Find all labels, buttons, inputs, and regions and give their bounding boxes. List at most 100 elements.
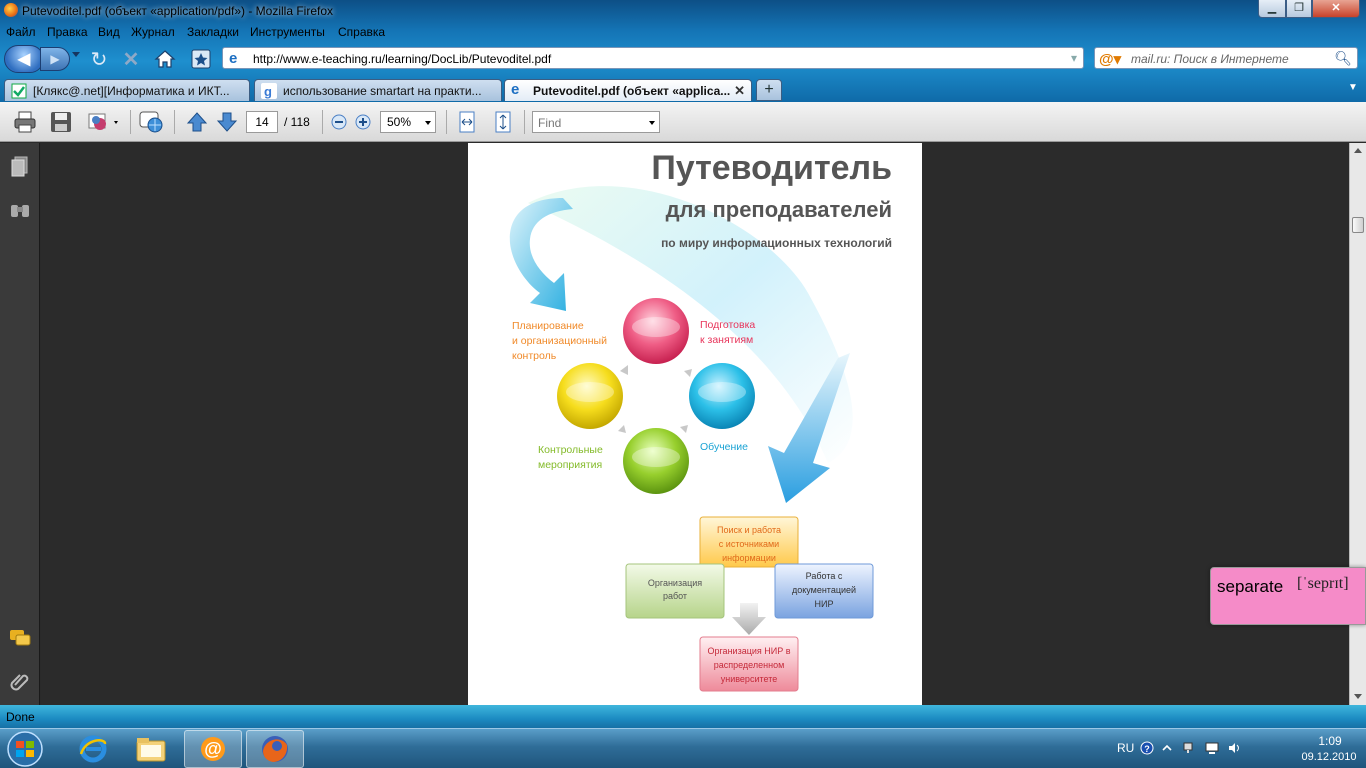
cycle-connector-arrow — [618, 425, 626, 433]
page-number-input[interactable]: 14 — [246, 111, 278, 133]
fit-width-button[interactable] — [454, 110, 480, 134]
history-dropdown-icon[interactable] — [72, 52, 80, 57]
new-tab-button[interactable]: + — [756, 79, 782, 101]
taskbar: @ RU ? 1:09 09.12.2010 — [0, 728, 1366, 768]
stop-button[interactable]: ✕ — [118, 46, 144, 72]
close-button[interactable]: ✕ — [1312, 0, 1360, 18]
menu-help[interactable]: Справка — [338, 25, 385, 39]
back-arrow-icon: ◀ — [17, 51, 31, 68]
menu-tools[interactable]: Инструменты — [250, 25, 325, 39]
save-button[interactable] — [48, 110, 74, 134]
dictionary-popup[interactable]: separate [ˈseprɪt] — [1210, 567, 1366, 625]
tab-list-icon[interactable]: ▼ — [1348, 82, 1364, 100]
toolbar-separator — [130, 110, 131, 134]
firefox-icon — [262, 736, 288, 762]
label-planning-3: контроль — [512, 350, 557, 362]
menu-bookmarks[interactable]: Закладки — [187, 25, 239, 39]
bookmark-button[interactable] — [188, 46, 214, 72]
zoom-out-icon — [331, 114, 347, 130]
tab-close-icon[interactable]: ✕ — [734, 83, 745, 99]
home-button[interactable] — [152, 46, 178, 72]
menu-history[interactable]: Журнал — [131, 25, 175, 39]
scroll-down-icon[interactable] — [1354, 694, 1362, 699]
clock-date[interactable]: 09.12.2010 — [1296, 751, 1362, 763]
cycle-connector-arrow — [620, 365, 628, 375]
svg-text:@: @ — [204, 739, 222, 759]
taskbar-explorer[interactable] — [122, 730, 180, 768]
comment-button[interactable] — [138, 110, 164, 134]
forward-arrow-icon: ▶ — [50, 52, 60, 66]
scroll-thumb[interactable] — [1352, 217, 1364, 233]
chevron-down-icon — [425, 121, 431, 125]
print-button[interactable] — [12, 110, 38, 134]
zoom-in-button[interactable] — [350, 110, 376, 134]
comments-icon[interactable] — [9, 627, 31, 649]
next-page-button[interactable] — [214, 110, 240, 134]
page-total: / 118 — [284, 115, 310, 129]
taskbar-mail-agent[interactable]: @ — [184, 730, 242, 768]
search-placeholder: mail.ru: Поиск в Интернете — [1131, 52, 1289, 66]
clock-time[interactable]: 1:09 — [1300, 734, 1360, 748]
tab-smartart[interactable]: g использование smartart на практи... — [254, 79, 502, 101]
search-engine-icon[interactable]: @▾ — [1099, 50, 1121, 68]
scroll-up-icon[interactable] — [1354, 148, 1362, 153]
volume-icon[interactable] — [1227, 741, 1241, 755]
url-dropdown-icon[interactable]: ▾ — [1071, 51, 1077, 65]
label-planning-2: и организационный — [512, 335, 607, 347]
fit-page-icon — [495, 111, 511, 133]
zoom-value: 50% — [387, 115, 412, 129]
share-button[interactable] — [86, 110, 122, 134]
menu-view[interactable]: Вид — [98, 25, 120, 39]
search-box[interactable]: @▾ mail.ru: Поиск в Интернете 🔍︎ — [1094, 47, 1358, 69]
dictionary-word: separate — [1217, 577, 1284, 596]
binoculars-icon[interactable] — [9, 199, 31, 221]
reload-button[interactable]: ↻ — [86, 46, 112, 72]
folder-icon — [136, 738, 166, 762]
maximize-button[interactable]: ❐ — [1286, 0, 1312, 18]
navigation-bar: ◀ ▶ ↻ ✕ e http://www.e-teaching.ru/learn… — [0, 42, 1366, 76]
language-indicator[interactable]: RU — [1117, 741, 1134, 755]
toolbar-separator — [174, 110, 175, 134]
tab-putevoditel[interactable]: e Putevoditel.pdf (объект «applica... ✕ — [504, 79, 752, 101]
menu-file[interactable]: Файл — [6, 25, 36, 39]
search-go-icon[interactable]: 🔍︎ — [1334, 50, 1352, 67]
taskbar-internet-explorer[interactable] — [64, 730, 122, 768]
menu-edit[interactable]: Правка — [47, 25, 88, 39]
forward-button[interactable]: ▶ — [40, 47, 70, 71]
url-text[interactable]: http://www.e-teaching.ru/learning/DocLib… — [253, 52, 551, 66]
browser-chrome: Putevoditel.pdf (объект «application/pdf… — [0, 0, 1366, 102]
url-bar[interactable]: e http://www.e-teaching.ru/learning/DocL… — [222, 47, 1084, 69]
box-docs-line2: документацией — [792, 585, 856, 595]
taskbar-firefox[interactable] — [246, 730, 304, 768]
chevron-down-icon[interactable] — [649, 121, 655, 125]
help-icon[interactable]: ? — [1140, 741, 1154, 755]
tab-klyaksa[interactable]: [Клякс@.net][Информатика и ИКТ... — [4, 79, 250, 101]
cycle-connector-arrow — [684, 369, 692, 377]
windows-start-button[interactable] — [2, 730, 48, 768]
minimize-button[interactable]: ▁ — [1258, 0, 1286, 18]
fit-page-button[interactable] — [490, 110, 516, 134]
pages-icon[interactable] — [9, 155, 31, 177]
previous-page-button[interactable] — [184, 110, 210, 134]
display-icon[interactable] — [1205, 741, 1219, 755]
stop-icon: ✕ — [122, 48, 140, 71]
network-icon[interactable] — [1182, 741, 1196, 755]
circle-highlight — [632, 317, 680, 337]
box-nir-line3: университете — [721, 674, 777, 684]
back-button[interactable]: ◀ — [4, 45, 44, 73]
box-nir-line1: Организация НИР в — [707, 646, 790, 656]
tray-expand-icon[interactable] — [1160, 741, 1174, 755]
pdf-navigation-rail — [0, 143, 40, 705]
circle-highlight — [566, 382, 614, 402]
home-icon — [154, 50, 176, 68]
zoom-out-button[interactable] — [326, 110, 352, 134]
toolbar-separator — [524, 110, 525, 134]
toolbar-separator — [446, 110, 447, 134]
pdf-document-area[interactable]: Путеводитель для преподавателей по миру … — [41, 143, 1349, 705]
find-input[interactable]: Find — [532, 111, 660, 133]
attachment-paperclip-icon[interactable] — [9, 671, 31, 693]
klyaksa-favicon — [11, 83, 27, 99]
box-docs-line1: Работа с — [806, 571, 843, 581]
status-text: Done — [6, 710, 35, 724]
zoom-select[interactable]: 50% — [380, 111, 436, 133]
